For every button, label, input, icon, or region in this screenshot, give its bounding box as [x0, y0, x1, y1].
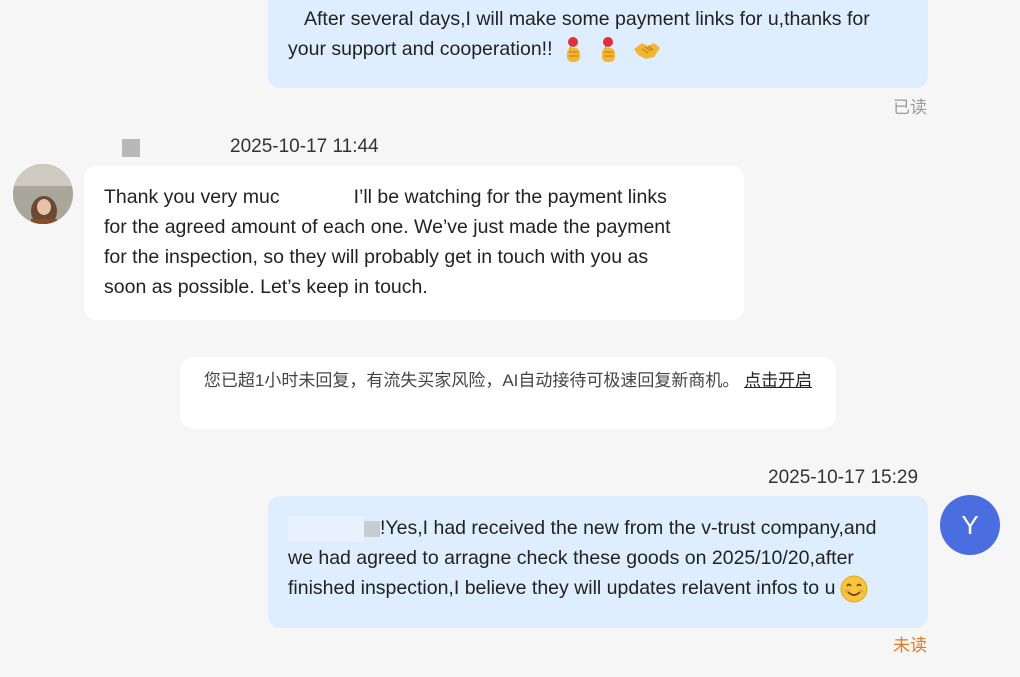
- message-text-line: for the inspection, so they will probabl…: [104, 246, 649, 268]
- redacted-text: [288, 515, 364, 542]
- message-bubble-outgoing: !Yes,I had received the new from the v-t…: [268, 496, 928, 628]
- read-status: 已读: [893, 98, 927, 117]
- message-text-line: your support and cooperation!!: [288, 38, 553, 60]
- message-text-line: I’ll be watching for the payment links: [353, 186, 667, 208]
- message-text-line: finished inspection,I believe they will …: [288, 573, 908, 604]
- contact-photo-icon: [13, 164, 73, 224]
- redacted-text: [279, 184, 352, 211]
- message-text-line: Thank you very muc I’ll be watching for t…: [104, 182, 724, 212]
- message-text-line: for the agreed amount of each one. We’ve…: [104, 216, 671, 238]
- handshake-emoji: [633, 42, 660, 59]
- system-notice-text: 您已超1小时未回复，有流失买家风险，AI自动接待可极速回复新商机。: [203, 371, 740, 390]
- unread-status: 未读: [893, 636, 927, 655]
- enable-ai-link[interactable]: 点击开启: [744, 371, 812, 390]
- message-text-line: we had agreed to arragne check these goo…: [288, 547, 854, 569]
- contact-avatar[interactable]: [13, 164, 73, 224]
- message-text-line: After several days,I will make some paym…: [304, 8, 870, 30]
- redacted-marker: [364, 520, 380, 537]
- message-timestamp: 2025-10-17 15:29: [768, 467, 919, 488]
- message-bubble-outgoing: After several days,I will make some paym…: [268, 0, 928, 88]
- rose-thumb-emoji: [602, 36, 616, 62]
- user-avatar[interactable]: Y: [940, 495, 1000, 555]
- smiling-face-emoji: [840, 575, 868, 603]
- message-bubble-incoming: Thank you very muc I’ll be watching for t…: [84, 166, 744, 320]
- message-timestamp: 2025-10-17 11:44: [230, 136, 379, 157]
- avatar-letter: Y: [961, 509, 979, 540]
- message-text-line: finished inspection,I believe they will …: [288, 577, 836, 599]
- rose-thumb-emoji: [566, 36, 580, 62]
- message-text-line: soon as possible. Let’s keep in touch.: [104, 276, 428, 298]
- system-notice: 您已超1小时未回复，有流失买家风险，AI自动接待可极速回复新商机。 点击开启: [180, 357, 836, 429]
- message-text-line: !Yes,I had received the new from the v-t…: [380, 517, 877, 539]
- sender-name-redacted: [122, 139, 140, 157]
- message-text-line: !Yes,I had received the new from the v-t…: [288, 513, 908, 543]
- message-text-line: your support and cooperation!!: [288, 34, 908, 65]
- message-text-line: Thank you very muc: [104, 186, 280, 208]
